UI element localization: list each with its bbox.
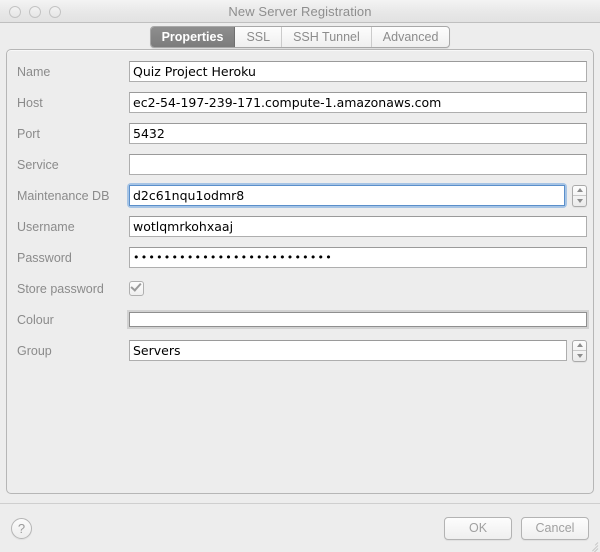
arrow-up-icon (576, 188, 583, 192)
label-password: Password (17, 250, 72, 265)
store-password-checkbox[interactable] (129, 280, 144, 296)
stepper-down-half[interactable] (573, 196, 586, 206)
port-input[interactable]: 5432 (129, 123, 587, 144)
cancel-button[interactable]: Cancel (521, 516, 589, 540)
stepper-up-half[interactable] (573, 186, 586, 196)
window-title: New Server Registration (228, 3, 372, 19)
label-store-password: Store password (17, 281, 104, 296)
label-group: Group (17, 343, 52, 358)
label-name: Name (17, 64, 51, 79)
tab-panel-wrapper: Name Quiz Project Heroku Host ec2-54-197… (0, 49, 600, 503)
label-username: Username (17, 219, 75, 234)
tab-group: Properties SSL SSH Tunnel Advanced (149, 26, 451, 48)
group-input[interactable]: Servers (129, 340, 567, 361)
tab-properties[interactable]: Properties (150, 27, 236, 47)
resize-grip[interactable] (585, 537, 599, 552)
help-button[interactable]: ? (11, 517, 32, 539)
field-area-colour (127, 310, 589, 329)
dialog-button-bar: ? OK Cancel (0, 503, 600, 552)
label-port: Port (17, 126, 40, 141)
row-maintenance-db: Maintenance DB d2c61nqu1odmr8 (11, 180, 587, 211)
username-input[interactable]: wotlqmrkohxaaj (129, 216, 587, 237)
window-controls (9, 0, 61, 23)
row-group: Group Servers (11, 335, 587, 366)
new-server-registration-dialog: New Server Registration Properties SSL S… (0, 0, 600, 552)
arrow-up-icon (576, 343, 583, 347)
label-maintenance-db: Maintenance DB (17, 188, 110, 203)
field-area-port: 5432 (129, 123, 587, 144)
maintenance-db-input[interactable]: d2c61nqu1odmr8 (129, 185, 565, 206)
row-host: Host ec2-54-197-239-171.compute-1.amazon… (11, 87, 587, 118)
host-input[interactable]: ec2-54-197-239-171.compute-1.amazonaws.c… (129, 92, 587, 113)
field-area-maintenance-db: d2c61nqu1odmr8 (127, 183, 587, 208)
server-properties-form: Name Quiz Project Heroku Host ec2-54-197… (7, 56, 593, 366)
properties-panel: Name Quiz Project Heroku Host ec2-54-197… (6, 49, 594, 494)
checkmark-icon (130, 280, 142, 292)
window-titlebar: New Server Registration (0, 0, 600, 23)
field-area-host: ec2-54-197-239-171.compute-1.amazonaws.c… (129, 92, 587, 113)
service-input[interactable] (129, 154, 587, 175)
field-area-password: •••••••••••••••••••••••••• (129, 247, 587, 268)
tab-ssh-tunnel[interactable]: SSH Tunnel (282, 27, 372, 47)
row-username: Username wotlqmrkohxaaj (11, 211, 587, 242)
arrow-down-icon (576, 198, 583, 203)
group-stepper-down-half[interactable] (573, 351, 586, 361)
maintenance-db-focus-ring: d2c61nqu1odmr8 (127, 183, 567, 208)
field-area-service (129, 154, 587, 175)
row-colour: Colour (11, 304, 589, 335)
maintenance-db-stepper[interactable] (572, 184, 587, 207)
group-stepper[interactable] (572, 339, 587, 362)
label-host: Host (17, 95, 43, 110)
group-stepper-up-half[interactable] (573, 341, 586, 351)
row-service: Service (11, 149, 587, 180)
label-colour: Colour (17, 312, 54, 327)
arrow-down-icon (576, 353, 583, 358)
label-service: Service (17, 157, 59, 172)
ok-button[interactable]: OK (444, 516, 512, 540)
name-input[interactable]: Quiz Project Heroku (129, 61, 587, 82)
tab-bar: Properties SSL SSH Tunnel Advanced (0, 23, 600, 49)
tab-advanced[interactable]: Advanced (372, 27, 450, 47)
minimize-button[interactable] (29, 5, 41, 18)
row-port: Port 5432 (11, 118, 587, 149)
field-area-name: Quiz Project Heroku (129, 61, 587, 82)
close-button[interactable] (9, 5, 21, 18)
password-input[interactable]: •••••••••••••••••••••••••• (129, 247, 587, 268)
row-store-password: Store password (11, 273, 587, 304)
zoom-button[interactable] (49, 5, 61, 18)
colour-swatch[interactable] (127, 310, 589, 329)
field-area-group: Servers (129, 339, 587, 362)
row-password: Password •••••••••••••••••••••••••• (11, 242, 587, 273)
field-area-username: wotlqmrkohxaaj (129, 216, 587, 237)
tab-ssl[interactable]: SSL (235, 27, 283, 47)
field-area-store-password (129, 280, 587, 296)
row-name: Name Quiz Project Heroku (11, 56, 587, 87)
